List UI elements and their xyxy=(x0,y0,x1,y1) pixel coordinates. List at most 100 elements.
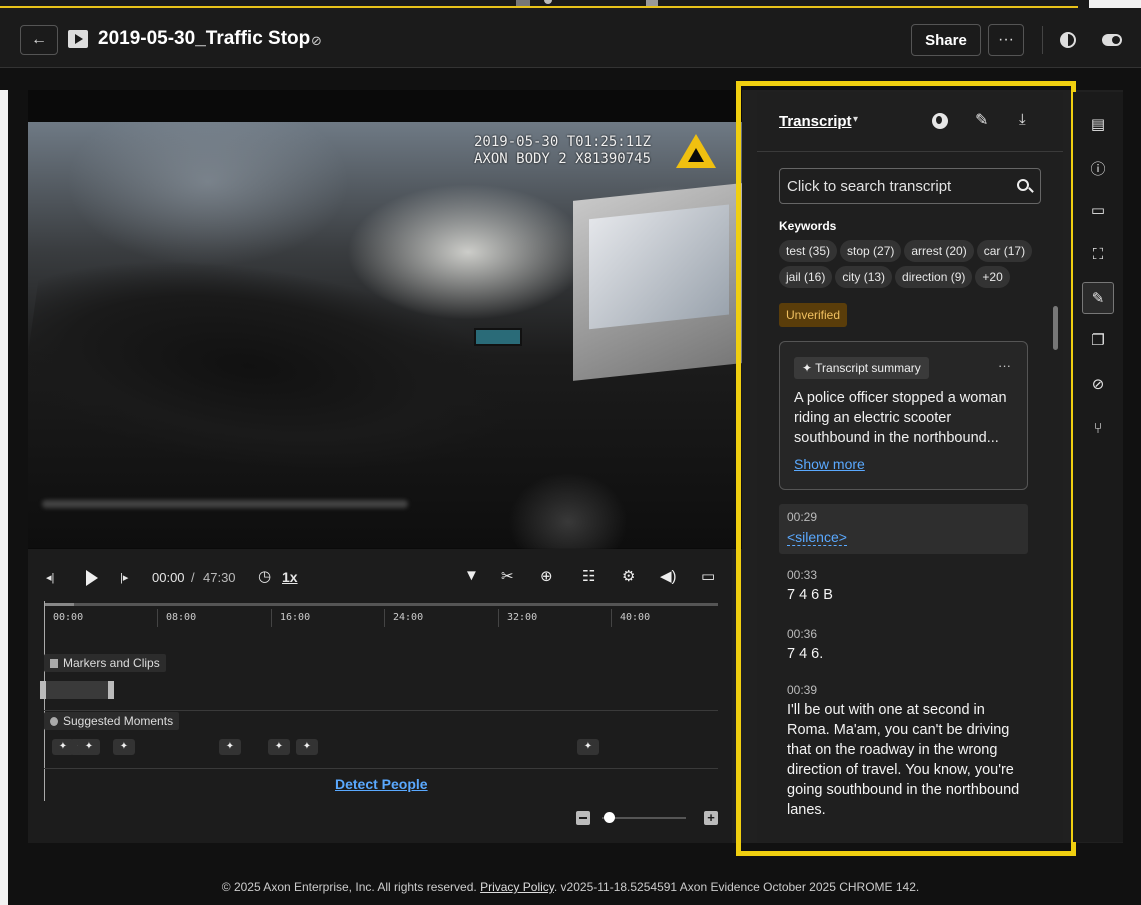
edit-icon[interactable]: ✎ xyxy=(975,110,988,130)
timeline-tick: 16:00 xyxy=(271,609,310,627)
zoom-out-icon[interactable] xyxy=(576,811,590,825)
toggle-icon[interactable] xyxy=(1102,34,1122,46)
zoom-in-icon[interactable]: ⊕ xyxy=(540,567,553,585)
timeline-progress[interactable] xyxy=(44,603,718,606)
keyword-chip[interactable]: car (17) xyxy=(976,240,1033,262)
moments-track-label: Suggested Moments xyxy=(44,712,180,730)
zoom-out-plus-icon[interactable]: + xyxy=(704,811,718,825)
detect-people-link[interactable]: Detect People xyxy=(335,776,428,792)
keyword-more-chip[interactable]: +20 xyxy=(975,266,1010,288)
search-icon[interactable] xyxy=(1017,179,1029,191)
page-title: 2019-05-30_Traffic Stop xyxy=(98,28,311,49)
map-icon[interactable]: ⛶ xyxy=(1082,238,1114,270)
suggested-moment-icon[interactable]: ✦ xyxy=(113,739,135,755)
keywords-heading: Keywords xyxy=(779,219,837,233)
privacy-policy-link[interactable]: Privacy Policy xyxy=(480,880,554,894)
back-button[interactable]: ← xyxy=(20,25,58,55)
transcript-icon[interactable]: ✎ xyxy=(1082,282,1114,314)
left-edge xyxy=(0,90,8,905)
redact-icon[interactable]: ⊘ xyxy=(1082,368,1114,400)
video-laptop-screen xyxy=(589,204,729,330)
transcript-entry[interactable]: 00:39 I'll be out with one at second in … xyxy=(779,677,1028,826)
eye-off-icon[interactable]: ⊘ xyxy=(311,33,322,49)
suggested-moment-icon[interactable]: ✦ xyxy=(78,739,100,755)
details-icon[interactable]: ▤ xyxy=(1082,108,1114,140)
video-laptop xyxy=(573,183,742,381)
marker-icon xyxy=(50,659,58,668)
transcript-scrollbar[interactable] xyxy=(1053,306,1058,350)
suggested-moment-icon[interactable]: ✦ xyxy=(577,739,599,755)
top-strip xyxy=(0,0,1141,8)
timeline-tick: 00:00 xyxy=(44,609,83,627)
time-separator: / xyxy=(191,570,195,585)
transcript-entry[interactable]: 00:29 <silence> xyxy=(779,504,1028,554)
total-time: 47:30 xyxy=(203,570,236,585)
info-icon[interactable]: ⓘ xyxy=(1082,152,1114,184)
zoom-slider-handle[interactable] xyxy=(604,812,615,823)
share-button[interactable]: Share xyxy=(911,24,981,56)
markers-track-label: Markers and Clips xyxy=(44,654,166,672)
transcript-entry[interactable]: 00:36 7 4 6. xyxy=(779,621,1028,670)
download-icon[interactable]: ⤓ xyxy=(1019,111,1026,128)
summary-badge: ✦ Transcript summary xyxy=(794,357,929,379)
clip-icon[interactable]: ✂ xyxy=(501,567,514,585)
suggested-moment-icon[interactable]: ✦ xyxy=(268,739,290,755)
timeline-tick: 32:00 xyxy=(498,609,537,627)
keyword-chip[interactable]: stop (27) xyxy=(840,240,902,262)
entry-text: I'll be out with one at second in Roma. … xyxy=(787,702,1020,818)
speed-icon: ◷ xyxy=(258,568,272,585)
timeline-tick: 08:00 xyxy=(157,609,196,627)
timeline-tick: 40:00 xyxy=(611,609,650,627)
chevron-down-icon[interactable]: ▾ xyxy=(853,114,858,125)
next-frame-icon[interactable]: |▸ xyxy=(120,571,128,584)
video-player[interactable]: 2019-05-30 T01:25:11Z AXON BODY 2 X813907… xyxy=(28,90,742,549)
track-divider xyxy=(44,768,718,769)
keyword-chip[interactable]: jail (16) xyxy=(779,266,833,288)
top-strip-control xyxy=(544,0,552,4)
summary-card: ✦ Transcript summary ··· A police office… xyxy=(779,341,1028,490)
adjust-icon[interactable]: ☷ xyxy=(582,567,595,585)
video-radio xyxy=(474,328,522,346)
keyword-chip[interactable]: direction (9) xyxy=(895,266,973,288)
page-header: ← 2019-05-30_Traffic Stop ⊘ Share ··· xyxy=(0,8,1141,68)
keyword-chip[interactable]: arrest (20) xyxy=(904,240,974,262)
copy-icon[interactable]: ❐ xyxy=(1082,324,1114,356)
settings-icon[interactable]: ⚙ xyxy=(622,567,635,585)
viewer-watermark xyxy=(42,500,408,508)
transcript-entry[interactable]: 00:33 7 4 6 B xyxy=(779,562,1028,611)
right-icon-rail: ▤ ⓘ ▭ ⛶ ✎ ❐ ⊘ ⑂ xyxy=(1073,92,1123,842)
show-more-link[interactable]: Show more xyxy=(794,456,865,472)
keyword-chip[interactable]: test (35) xyxy=(779,240,838,262)
back-arrow-icon: ← xyxy=(31,31,47,48)
fullscreen-icon[interactable]: ▭ xyxy=(701,567,715,585)
entry-text: 7 4 6. xyxy=(787,646,824,662)
transcript-header: › Transcript ▾ ✎ ⤓ xyxy=(757,92,1063,152)
video-icon xyxy=(68,30,88,48)
clip-segment[interactable] xyxy=(40,681,114,699)
bookmark-icon[interactable]: ▼ xyxy=(464,567,479,584)
summary-more-icon[interactable]: ··· xyxy=(998,358,1011,373)
transcript-tab[interactable]: Transcript xyxy=(779,113,852,130)
overlay-line: AXON BODY 2 X81390745 xyxy=(474,151,652,167)
globe-icon[interactable] xyxy=(932,113,948,129)
branch-icon[interactable]: ⑂ xyxy=(1082,412,1114,444)
playhead[interactable] xyxy=(44,601,45,801)
transcript-search-input[interactable] xyxy=(780,169,1010,203)
prev-frame-icon[interactable]: ◂| xyxy=(46,571,54,584)
more-options-button[interactable]: ··· xyxy=(988,24,1024,56)
playback-speed-button[interactable]: 1x xyxy=(282,569,298,585)
footer: © 2025 Axon Enterprise, Inc. All rights … xyxy=(0,880,1141,894)
volume-icon[interactable]: ◀) xyxy=(660,567,677,585)
suggested-moment-icon[interactable]: ✦ xyxy=(296,739,318,755)
lightbulb-icon xyxy=(50,717,58,726)
current-time: 00:00 xyxy=(152,570,185,585)
comments-icon[interactable]: ▭ xyxy=(1082,194,1114,226)
play-icon[interactable] xyxy=(86,570,98,586)
header-divider xyxy=(1042,26,1043,54)
player-controls: ◂| |▸ 00:00 / 47:30 ◷ 1x ▼ ✂ ⊕ ☷ ⚙ ◀) ▭ … xyxy=(28,549,732,843)
contrast-icon[interactable] xyxy=(1060,32,1076,48)
entry-text: 7 4 6 B xyxy=(787,587,833,603)
suggested-moment-icon[interactable]: ✦ xyxy=(219,739,241,755)
keyword-chip[interactable]: city (13) xyxy=(835,266,893,288)
entry-time: 00:36 xyxy=(787,627,818,641)
